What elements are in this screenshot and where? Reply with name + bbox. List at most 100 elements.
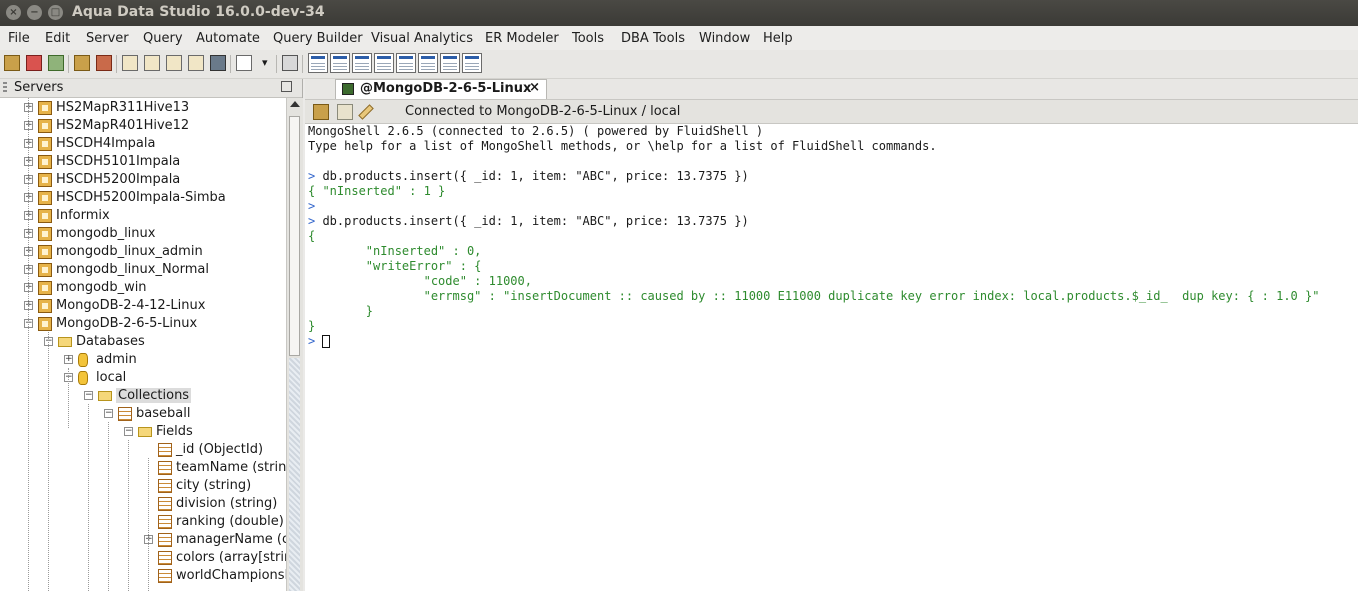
tree-node-server[interactable]: + Informix xyxy=(0,207,286,225)
tree-node-db[interactable]: − local xyxy=(0,369,286,387)
grid-view-6-icon[interactable] xyxy=(418,53,438,73)
query-analyzer-icon[interactable] xyxy=(122,55,138,71)
tree-guide-line xyxy=(88,404,89,591)
tree-node-table[interactable]: − baseball xyxy=(0,405,286,423)
tree-node-field[interactable]: ranking (double) xyxy=(0,513,286,531)
tree-node-label: admin xyxy=(96,352,137,367)
tree-node-label: HSCDH5200Impala-Simba xyxy=(56,190,226,205)
toolbar-separator xyxy=(276,55,277,73)
grid-view-1-icon[interactable] xyxy=(308,53,328,73)
scroll-up-arrow-icon[interactable] xyxy=(290,101,300,107)
panel-grip-icon[interactable] xyxy=(3,82,7,94)
menu-automate[interactable]: Automate xyxy=(196,31,260,46)
tree-node-server[interactable]: + mongodb_linux_Normal xyxy=(0,261,286,279)
db-icon xyxy=(78,371,88,385)
tree-node-server[interactable]: + MongoDB-2-4-12-Linux xyxy=(0,297,286,315)
shell-icon[interactable] xyxy=(210,55,226,71)
query-window-icon[interactable] xyxy=(144,55,160,71)
close-tab-icon[interactable]: × xyxy=(529,80,540,95)
tree-node-field[interactable]: colors (array[string]) xyxy=(0,549,286,567)
tree-node-folder[interactable]: − Collections xyxy=(0,387,286,405)
tree-node-folder[interactable]: − Databases xyxy=(0,333,286,351)
remove-server-icon[interactable] xyxy=(26,55,42,71)
tree-node-label: baseball xyxy=(136,406,191,421)
tree-node-server[interactable]: + HSCDH5101Impala xyxy=(0,153,286,171)
tree-node-server[interactable]: + mongodb_linux xyxy=(0,225,286,243)
disconnect-icon[interactable] xyxy=(96,55,112,71)
tree-node-field[interactable]: teamName (string) xyxy=(0,459,286,477)
console-line: > xyxy=(308,199,316,213)
tree-node-server[interactable]: + HSCDH5200Impala-Simba xyxy=(0,189,286,207)
window-minimize-button[interactable]: − xyxy=(27,5,42,20)
tree-node-server[interactable]: + mongodb_win xyxy=(0,279,286,297)
tab-mongodb-shell[interactable]: @MongoDB-2-6-5-Linux × xyxy=(335,79,547,99)
menu-er-modeler[interactable]: ER Modeler xyxy=(485,31,559,46)
tree-node-server[interactable]: + HS2MapR311Hive13 xyxy=(0,99,286,117)
scroll-thumb[interactable] xyxy=(289,116,300,356)
grid-view-3-icon[interactable] xyxy=(352,53,372,73)
window-close-button[interactable]: × xyxy=(6,5,21,20)
tree-node-server[interactable]: + mongodb_linux_admin xyxy=(0,243,286,261)
grid-view-5-icon[interactable] xyxy=(396,53,416,73)
menu-dba-tools[interactable]: DBA Tools xyxy=(621,31,685,46)
tree-node-label: MongoDB-2-6-5-Linux xyxy=(56,316,198,331)
tree-node-server[interactable]: − MongoDB-2-6-5-Linux xyxy=(0,315,286,333)
collapse-icon[interactable]: − xyxy=(124,427,133,436)
tree-node-db[interactable]: + admin xyxy=(0,351,286,369)
connect-icon[interactable] xyxy=(313,104,329,120)
tree-node-field[interactable]: city (string) xyxy=(0,477,286,495)
tree-node-server[interactable]: + HSCDH5200Impala xyxy=(0,171,286,189)
scroll-track[interactable] xyxy=(289,358,300,591)
tree-scrollbar[interactable] xyxy=(286,98,303,591)
menu-help[interactable]: Help xyxy=(763,31,793,46)
panel-restore-icon[interactable] xyxy=(281,81,292,92)
tree-node-field[interactable]: division (string) xyxy=(0,495,286,513)
editor-tab-strip: @MongoDB-2-6-5-Linux × xyxy=(305,79,1358,100)
script-window-icon[interactable] xyxy=(166,55,182,71)
menu-query[interactable]: Query xyxy=(143,31,183,46)
collapse-icon[interactable]: − xyxy=(84,391,93,400)
console-line: } xyxy=(308,304,374,318)
window-maximize-button[interactable]: □ xyxy=(48,5,63,20)
tree-node-field[interactable]: worldChampionships xyxy=(0,567,286,585)
server-icon xyxy=(38,155,52,169)
edit-server-icon[interactable] xyxy=(48,55,64,71)
execute-icon[interactable] xyxy=(188,55,204,71)
menu-edit[interactable]: Edit xyxy=(45,31,70,46)
chart-view-icon[interactable] xyxy=(462,53,482,73)
server-tree: + HS2MapR311Hive13 + HS2MapR401Hive12 + HSCDH… xyxy=(0,98,286,591)
menu-file[interactable]: File xyxy=(8,31,30,46)
expand-icon[interactable]: + xyxy=(64,355,73,364)
text-cursor[interactable] xyxy=(322,335,330,348)
tree-node-field[interactable]: _id (ObjectId) xyxy=(0,441,286,459)
tree-node-label: HSCDH5101Impala xyxy=(56,154,181,169)
menu-tools[interactable]: Tools xyxy=(572,31,604,46)
menu-window[interactable]: Window xyxy=(699,31,750,46)
collapse-icon[interactable]: − xyxy=(104,409,113,418)
print-icon[interactable] xyxy=(282,55,298,71)
folder-icon xyxy=(138,427,152,437)
menu-server[interactable]: Server xyxy=(86,31,129,46)
grid-view-7-icon[interactable] xyxy=(440,53,460,73)
console-line: > xyxy=(308,334,316,348)
menu-query-builder[interactable]: Query Builder xyxy=(273,31,363,46)
shell-console[interactable]: MongoShell 2.6.5 (connected to 2.6.5) ( … xyxy=(308,124,1353,591)
clipboard-icon[interactable] xyxy=(337,104,353,120)
grid-view-4-icon[interactable] xyxy=(374,53,394,73)
tree-node-label: Databases xyxy=(76,334,145,349)
clear-icon[interactable] xyxy=(358,104,374,120)
grid-view-2-icon[interactable] xyxy=(330,53,350,73)
chevron-down-icon[interactable]: ▾ xyxy=(262,56,268,69)
editor-toolbar: Connected to MongoDB-2-6-5-Linux / local xyxy=(305,100,1358,124)
tree-node-folder[interactable]: − Fields xyxy=(0,423,286,441)
tree-node-field[interactable]: +managerName (object) xyxy=(0,531,286,549)
menu-visual-analytics[interactable]: Visual Analytics xyxy=(371,31,473,46)
console-command: db.products.insert({ _id: 1, item: "ABC"… xyxy=(322,169,749,183)
document-icon[interactable] xyxy=(236,55,252,71)
tree-node-label: managerName (object) xyxy=(176,532,286,547)
tree-node-label: worldChampionships xyxy=(176,568,286,583)
tree-node-server[interactable]: + HS2MapR401Hive12 xyxy=(0,117,286,135)
connect-icon[interactable] xyxy=(74,55,90,71)
new-server-icon[interactable] xyxy=(4,55,20,71)
tree-node-server[interactable]: + HSCDH4Impala xyxy=(0,135,286,153)
